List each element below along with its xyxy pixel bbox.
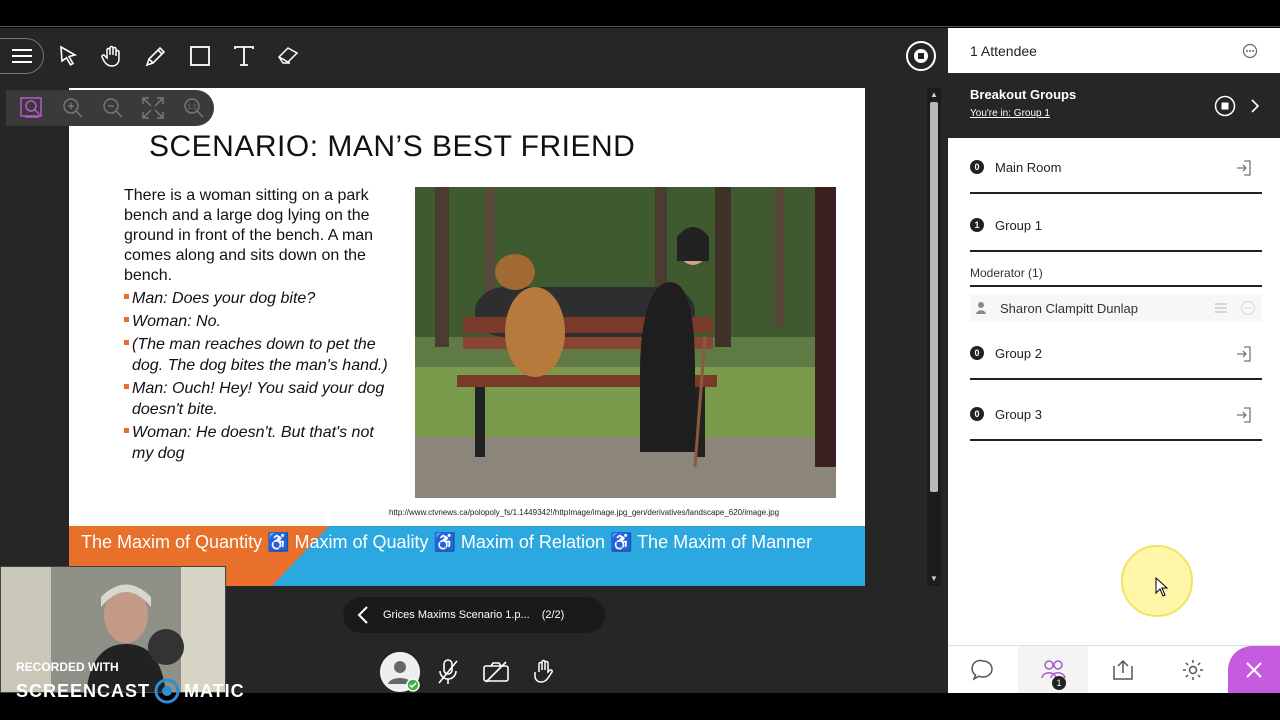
- slide-intro: There is a woman sitting on a park bench…: [124, 187, 374, 284]
- raise-hand-icon[interactable]: [524, 652, 564, 692]
- fit-screen-icon[interactable]: [133, 90, 173, 126]
- group-count-badge: 0: [970, 407, 984, 421]
- group-count-badge: 0: [970, 160, 984, 174]
- share-content-icon[interactable]: [1088, 646, 1158, 694]
- join-group-icon[interactable]: [1236, 407, 1252, 423]
- breakout-groups-header[interactable]: Breakout Groups You're in: Group 1: [948, 73, 1280, 138]
- attendee-count-badge: 1: [1052, 676, 1066, 690]
- scroll-down-icon[interactable]: ▼: [930, 574, 938, 583]
- moderator-section-label: Moderator (1): [970, 266, 1043, 280]
- banner-text: The Maxim of Quantity ♿ Maxim of Quality…: [81, 532, 813, 552]
- media-controls: [380, 652, 564, 692]
- image-source-url: http://www.ctvnews.ca/polopoly_fs/1.1449…: [389, 508, 780, 517]
- slide-bullet: Man: Ouch! Hey! You said your dog doesn'…: [124, 378, 399, 420]
- select-pointer-icon[interactable]: [46, 38, 90, 74]
- eraser-icon[interactable]: [266, 38, 310, 74]
- join-group-icon[interactable]: [1236, 346, 1252, 362]
- attendee-count: 1 Attendee: [970, 42, 1037, 59]
- stop-breakout-icon[interactable]: [1214, 95, 1236, 117]
- group-name: Group 2: [995, 345, 1042, 361]
- attendee-options-icon[interactable]: [1240, 300, 1256, 316]
- chevron-right-icon[interactable]: [1250, 98, 1260, 114]
- group-name: Group 3: [995, 406, 1042, 422]
- mouse-pointer-icon: [1155, 577, 1168, 597]
- watermark-brand-right: MATIC: [184, 680, 245, 701]
- chat-icon[interactable]: [948, 646, 1018, 694]
- watermark-recorded-with: RECORDED WITH: [16, 660, 119, 674]
- microphone-off-icon[interactable]: [428, 652, 468, 692]
- slide-bullet: (The man reaches down to pet the dog. Th…: [124, 334, 399, 376]
- group-count-badge: 1: [970, 218, 984, 232]
- camera-off-icon[interactable]: [476, 652, 516, 692]
- search-zoom-icon[interactable]: [12, 90, 52, 126]
- captions-icon: [1215, 303, 1227, 313]
- join-group-icon[interactable]: [1236, 160, 1252, 176]
- group-row-group-3[interactable]: 0 Group 3: [970, 389, 1262, 441]
- attendee-panel: 1 Attendee Breakout Groups You're in: Gr…: [948, 28, 1280, 694]
- group-row-group-2[interactable]: 0 Group 2: [970, 328, 1262, 380]
- watermark-brand-left: SCREENCAST: [16, 680, 151, 701]
- top-black-bar: [0, 0, 1280, 27]
- slide-bullet: Woman: He doesn't. But that's not my dog: [124, 422, 399, 464]
- slide-body: There is a woman sitting on a park bench…: [124, 186, 399, 464]
- file-name: Grices Maxims Scenario 1.p...: [383, 609, 530, 621]
- slide-canvas[interactable]: SCENARIO: MAN’S BEST FRIEND There is a w…: [69, 88, 865, 586]
- zoom-toolbar: 1:1: [6, 90, 214, 126]
- svg-text:1:1: 1:1: [187, 104, 197, 111]
- text-icon[interactable]: [222, 38, 266, 74]
- slide-bullet: Man: Does your dog bite?: [124, 288, 399, 309]
- pan-hand-icon[interactable]: [90, 38, 134, 74]
- scrollbar-thumb[interactable]: [930, 102, 938, 492]
- vertical-scrollbar[interactable]: ▲ ▼: [927, 88, 941, 586]
- slide-title: SCENARIO: MAN’S BEST FRIEND: [149, 130, 636, 163]
- avatar-status-button[interactable]: [380, 652, 420, 692]
- panel-nav: 1: [948, 645, 1280, 694]
- close-panel-icon[interactable]: [1228, 646, 1280, 694]
- record-stop-button[interactable]: [906, 41, 936, 71]
- more-options-icon[interactable]: [1242, 43, 1258, 59]
- group-row-main-room[interactable]: 0 Main Room: [970, 142, 1262, 194]
- file-pager: Grices Maxims Scenario 1.p... (2/2): [343, 597, 605, 633]
- group-name: Main Room: [995, 159, 1062, 175]
- attendee-name: Sharon Clampitt Dunlap: [1000, 300, 1139, 316]
- annotation-toolbar: [0, 38, 310, 74]
- screencast-logo-icon: [154, 678, 180, 704]
- group-name: Group 1: [995, 217, 1042, 233]
- moderator-divider: [970, 285, 1262, 287]
- pencil-icon[interactable]: [134, 38, 178, 74]
- group-row-group-1[interactable]: 1 Group 1: [970, 200, 1262, 252]
- zoom-in-icon[interactable]: [52, 90, 92, 126]
- slide-bullet: Woman: No.: [124, 311, 399, 332]
- user-icon: [976, 302, 986, 314]
- attendees-icon[interactable]: 1: [1018, 646, 1088, 694]
- menu-icon[interactable]: [0, 38, 44, 74]
- previous-page-icon[interactable]: [343, 606, 383, 624]
- settings-gear-icon[interactable]: [1158, 646, 1228, 694]
- attendee-row[interactable]: Sharon Clampitt Dunlap: [970, 294, 1262, 322]
- panel-header: 1 Attendee: [948, 28, 1280, 73]
- screencast-watermark: RECORDED WITH SCREENCAST MATIC: [16, 660, 245, 704]
- page-indicator: (2/2): [541, 609, 565, 621]
- park-bench-photo: [415, 187, 836, 498]
- zoom-out-icon[interactable]: [93, 90, 133, 126]
- stop-icon: [914, 49, 928, 63]
- scroll-up-icon[interactable]: ▲: [930, 90, 938, 99]
- actual-size-icon[interactable]: 1:1: [174, 90, 214, 126]
- group-count-badge: 0: [970, 346, 984, 360]
- rectangle-icon[interactable]: [178, 38, 222, 74]
